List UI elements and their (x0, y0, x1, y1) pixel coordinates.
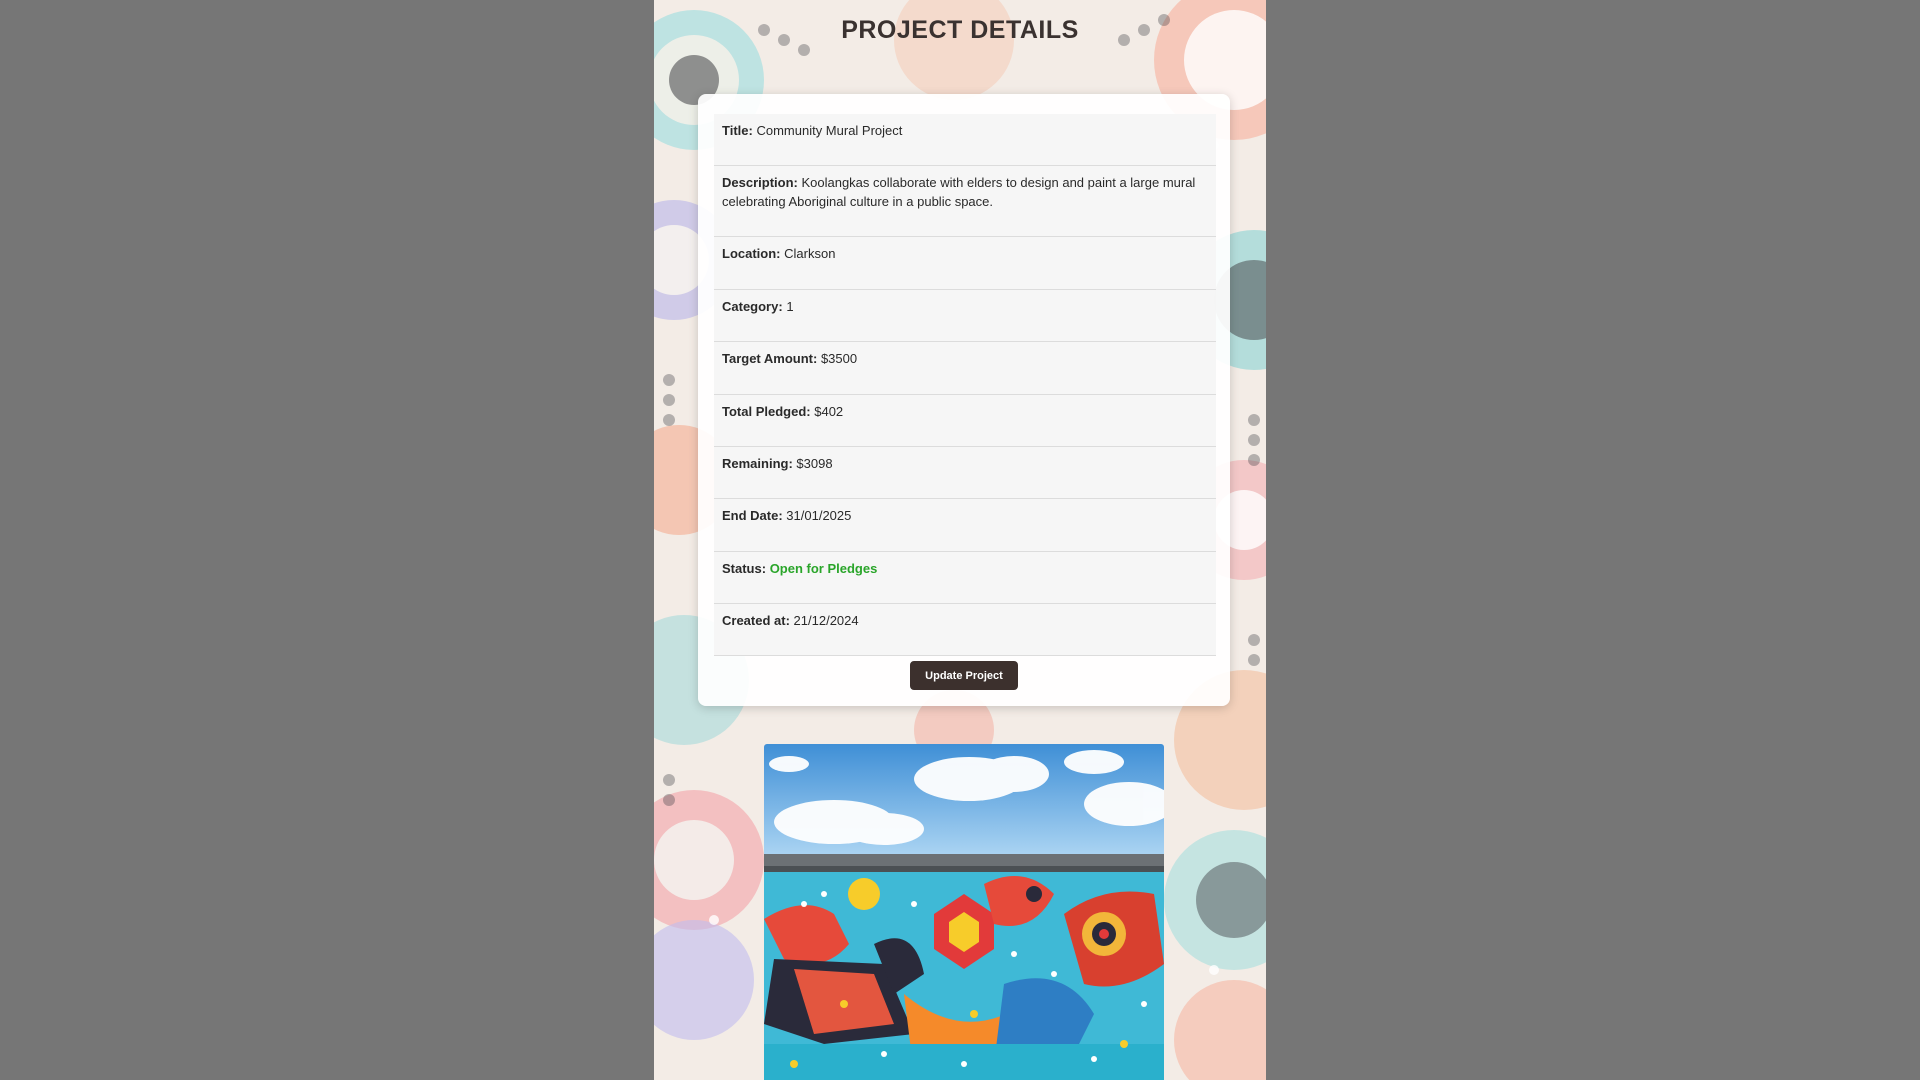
remaining-row: Remaining: $3098 (714, 447, 1216, 499)
project-details-card: Title: Community Mural Project Descripti… (698, 94, 1230, 706)
location-label: Location: (722, 246, 781, 261)
target-amount-value: $3500 (820, 351, 858, 366)
project-details-page: PROJECT DETAILS Title: Community Mural P… (654, 0, 1266, 1080)
location-row: Location: Clarkson (714, 237, 1216, 290)
description-row: Description: Koolangkas collaborate with… (714, 166, 1216, 237)
description-label: Description: (722, 175, 798, 190)
category-row: Category: 1 (714, 290, 1216, 342)
project-photo (764, 744, 1164, 1080)
status-badge: Open for Pledges (769, 561, 878, 576)
end-date-label: End Date: (722, 508, 783, 523)
end-date-row: End Date: 31/01/2025 (714, 499, 1216, 552)
status-label: Status: (722, 561, 767, 576)
remaining-label: Remaining: (722, 456, 793, 471)
page-title: PROJECT DETAILS (841, 16, 1079, 44)
created-at-value: 21/12/2024 (793, 613, 859, 628)
update-project-button[interactable]: Update Project (910, 661, 1018, 690)
title-value: Community Mural Project (756, 123, 903, 138)
title-label: Title: (722, 123, 753, 138)
total-pledged-label: Total Pledged: (722, 404, 811, 419)
total-pledged-value: $402 (814, 404, 844, 419)
target-amount-row: Target Amount: $3500 (714, 342, 1216, 395)
end-date-value: 31/01/2025 (786, 508, 852, 523)
location-value: Clarkson (784, 246, 836, 261)
created-at-row: Created at: 21/12/2024 (714, 604, 1216, 656)
title-row: Title: Community Mural Project (714, 114, 1216, 166)
target-amount-label: Target Amount: (722, 351, 818, 366)
created-at-label: Created at: (722, 613, 790, 628)
category-label: Category: (722, 299, 783, 314)
mural-photo-image (764, 744, 1164, 1080)
status-row: Status: Open for Pledges (714, 552, 1216, 604)
remaining-value: $3098 (796, 456, 833, 471)
total-pledged-row: Total Pledged: $402 (714, 395, 1216, 447)
category-value: 1 (786, 299, 794, 314)
